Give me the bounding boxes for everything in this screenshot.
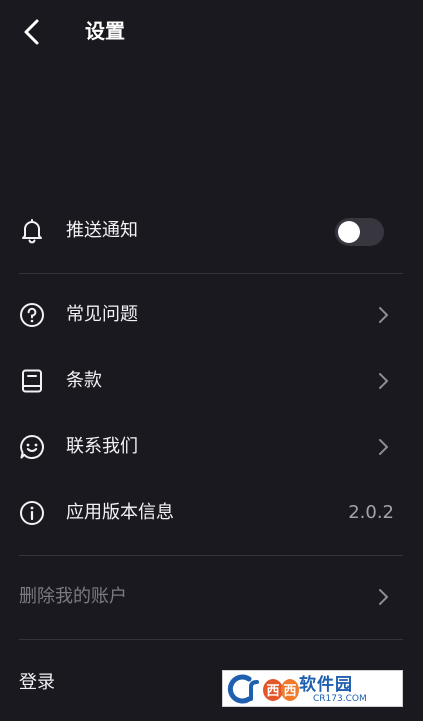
watermark-text: 软件园 [299,675,353,695]
terms-label: 条款 [66,370,102,391]
watermark-url: CR173.COM [313,694,367,704]
watermark-emblem-icon: 西 西 [227,674,299,704]
app-header: 设置 [0,0,423,62]
app-version-value: 2.0.2 [348,502,394,523]
watermark-logo: 西 西 软件园 CR173.COM [222,670,403,707]
delete-account-label: 删除我的账户 [19,586,127,607]
chevron-right-icon [373,587,393,607]
app-version-label: 应用版本信息 [66,502,174,523]
chat-smile-icon [19,434,45,460]
push-notification-toggle[interactable] [335,218,384,246]
help-circle-icon [19,302,45,328]
delete-account-row[interactable]: 删除我的账户 [0,569,423,625]
contact-us-label: 联系我们 [66,436,138,457]
chevron-right-icon [373,371,393,391]
login-label: 登录 [19,672,55,693]
chevron-right-icon [373,437,393,457]
terms-row[interactable]: 条款 [0,353,423,409]
divider [19,273,403,274]
svg-text:西: 西 [266,684,279,699]
info-icon [19,500,45,526]
divider [19,555,403,556]
bell-icon [19,218,45,244]
chevron-left-icon [24,19,39,45]
back-button[interactable] [14,14,50,50]
faq-row[interactable]: 常见问题 [0,287,423,343]
push-notification-label: 推送通知 [66,220,138,241]
toggle-knob [338,221,360,243]
push-notification-row: 推送通知 [0,203,423,259]
book-icon [19,368,45,394]
chevron-right-icon [373,305,393,325]
contact-us-row[interactable]: 联系我们 [0,419,423,475]
app-version-row: 应用版本信息 2.0.2 [0,485,423,541]
svg-text:西: 西 [283,684,296,699]
page-title: 设置 [85,19,125,43]
divider [19,639,403,640]
faq-label: 常见问题 [66,304,138,325]
